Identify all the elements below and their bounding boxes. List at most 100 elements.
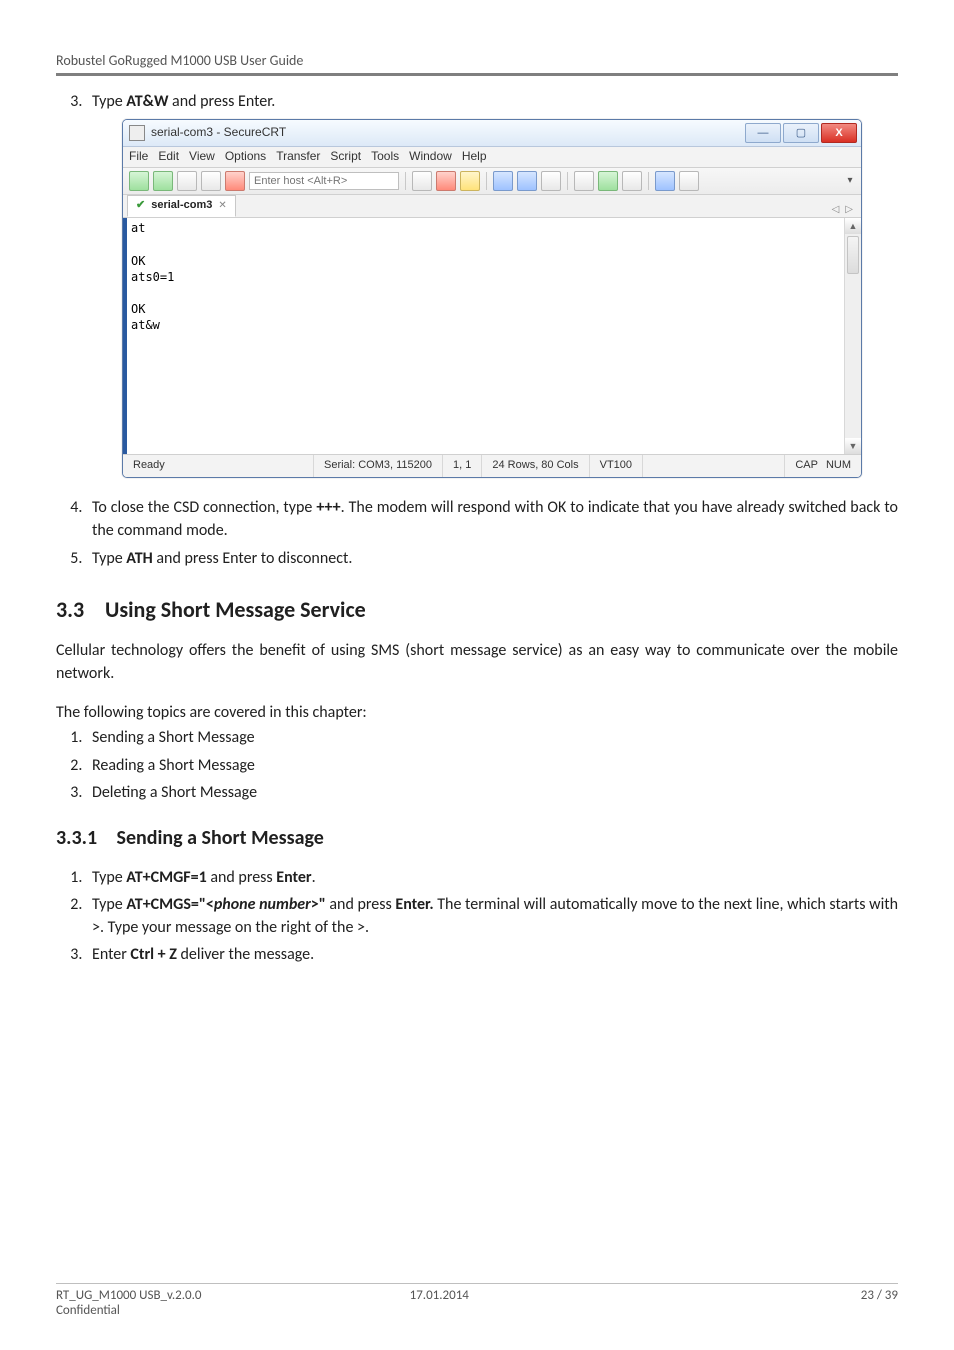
tab-close-icon[interactable]: ✕ [218,199,226,214]
help-icon[interactable] [655,171,675,191]
print-setup-icon[interactable] [541,171,561,191]
about-icon[interactable] [679,171,699,191]
topic-1: Sending a Short Message [86,726,898,749]
status-num: NUM [822,455,861,477]
s3-suffix: deliver the message. [177,945,314,964]
tab-nav: ◁ ▷ [832,203,857,218]
host-input[interactable] [249,172,399,190]
step3-prefix: Type [92,92,126,111]
toolbar-overflow-icon[interactable]: ▾ [845,172,855,190]
step4-cmd: +++ [316,498,340,517]
menu-window[interactable]: Window [409,148,452,165]
section-3.3-title: Using Short Message Service [105,596,366,623]
menu-help[interactable]: Help [462,148,487,165]
menubar: File Edit View Options Transfer Script T… [123,147,861,168]
status-caps: CAP [785,455,822,477]
s3-cmd: Ctrl + Z [130,945,176,964]
send-step-1: Type AT+CMGF=1 and press Enter. [86,866,898,889]
section-3.3-heading: 3.3 Using Short Message Service [56,596,898,623]
step-5: Type ATH and press Enter to disconnect. [86,547,898,570]
s1-cmd: AT+CMGF=1 [126,868,206,887]
s3-prefix: Enter [92,945,130,964]
step-3: Type AT&W and press Enter. serial-com3 -… [86,90,898,478]
s2-cmd-c: >" [311,895,326,914]
s1-suffix: . [312,868,316,887]
reconnect-icon[interactable] [177,171,197,191]
menu-view[interactable]: View [189,148,215,165]
print-preview-icon[interactable] [517,171,537,191]
quick-connect-icon[interactable] [153,171,173,191]
app-icon [129,125,145,141]
maximize-button[interactable]: ▢ [783,123,819,143]
step5-cmd: ATH [126,549,152,568]
menu-tools[interactable]: Tools [371,148,399,165]
s1-mid: and press [207,868,277,887]
status-ready: Ready [123,455,314,477]
section-3.3-para-1: Cellular technology offers the benefit o… [56,639,898,685]
toolbar-separator-3 [567,172,568,190]
send-step-3: Enter Ctrl + Z deliver the message. [86,943,898,966]
status-spacer [643,455,785,477]
print-icon[interactable] [493,171,513,191]
s2-cmd-b: phone number [214,895,311,914]
menu-options[interactable]: Options [225,148,266,165]
terminal-output[interactable]: at OK ats0=1 OK at&w [127,218,844,454]
step5-suffix: and press Enter to disconnect. [153,549,353,568]
tab-next-icon[interactable]: ▷ [845,203,853,218]
menu-script[interactable]: Script [330,148,361,165]
session-options-icon[interactable] [574,171,594,191]
scroll-thumb[interactable] [847,236,859,274]
status-port: Serial: COM3, 115200 [314,455,443,477]
tab-prev-icon[interactable]: ◁ [832,203,840,218]
status-emulation: VT100 [590,455,643,477]
footer-page-number: 23 / 39 [763,1288,898,1318]
terminal-area: at OK ats0=1 OK at&w ▲ ▼ [123,218,861,454]
menu-edit[interactable]: Edit [158,148,179,165]
topic-2: Reading a Short Message [86,754,898,777]
connect-icon[interactable] [129,171,149,191]
section-3.3-para-2: The following topics are covered in this… [56,701,898,724]
window-title: serial-com3 - SecureCRT [151,124,743,141]
send-step-2: Type AT+CMGS="<phone number>" and press … [86,893,898,939]
s1-enter: Enter [276,868,311,887]
cancel-icon[interactable] [225,171,245,191]
step3-cmd: AT&W [126,92,168,111]
s2-prefix: Type [92,895,126,914]
toolbar: ▾ [123,168,861,195]
s2-enter: Enter. [395,895,433,914]
scroll-down-icon[interactable]: ▼ [845,438,861,454]
global-options-icon[interactable] [598,171,618,191]
copy-icon[interactable] [412,171,432,191]
scrollbar[interactable]: ▲ ▼ [844,218,861,454]
find-icon[interactable] [460,171,480,191]
step5-prefix: Type [92,549,126,568]
titlebar: serial-com3 - SecureCRT — ▢ X [123,120,861,147]
section-3.3.1-title: Sending a Short Message [117,826,324,850]
running-header: Robustel GoRugged M1000 USB User Guide [56,52,898,69]
close-button[interactable]: X [821,123,857,143]
toolbar-separator-2 [486,172,487,190]
keymap-icon[interactable] [622,171,642,191]
tab-label: serial-com3 [151,198,212,214]
step4-prefix: To close the CSD connection, type [92,498,316,517]
section-3.3.1-number: 3.3.1 [56,826,112,850]
securecrt-window: serial-com3 - SecureCRT — ▢ X File Edit … [122,119,862,478]
minimize-button[interactable]: — [745,123,781,143]
footer-confidential: Confidential [56,1303,410,1318]
menu-transfer[interactable]: Transfer [276,148,320,165]
toolbar-separator [405,172,406,190]
status-cursor: 1, 1 [443,455,482,477]
scroll-up-icon[interactable]: ▲ [845,218,861,234]
toolbar-separator-4 [648,172,649,190]
paste-icon[interactable] [436,171,456,191]
statusbar: Ready Serial: COM3, 115200 1, 1 24 Rows,… [123,454,861,477]
session-tab[interactable]: ✔ serial-com3 ✕ [127,195,236,217]
page-footer: RT_UG_M1000 USB_v.2.0.0 Confidential 17.… [56,1283,898,1318]
s2-mid: and press [326,895,396,914]
menu-file[interactable]: File [129,148,148,165]
disconnect-icon[interactable] [201,171,221,191]
section-3.3-number: 3.3 [56,596,100,623]
section-3.3.1-heading: 3.3.1 Sending a Short Message [56,826,898,850]
tabstrip: ✔ serial-com3 ✕ ◁ ▷ [123,195,861,218]
s2-cmd-a: AT+CMGS="< [126,895,214,914]
